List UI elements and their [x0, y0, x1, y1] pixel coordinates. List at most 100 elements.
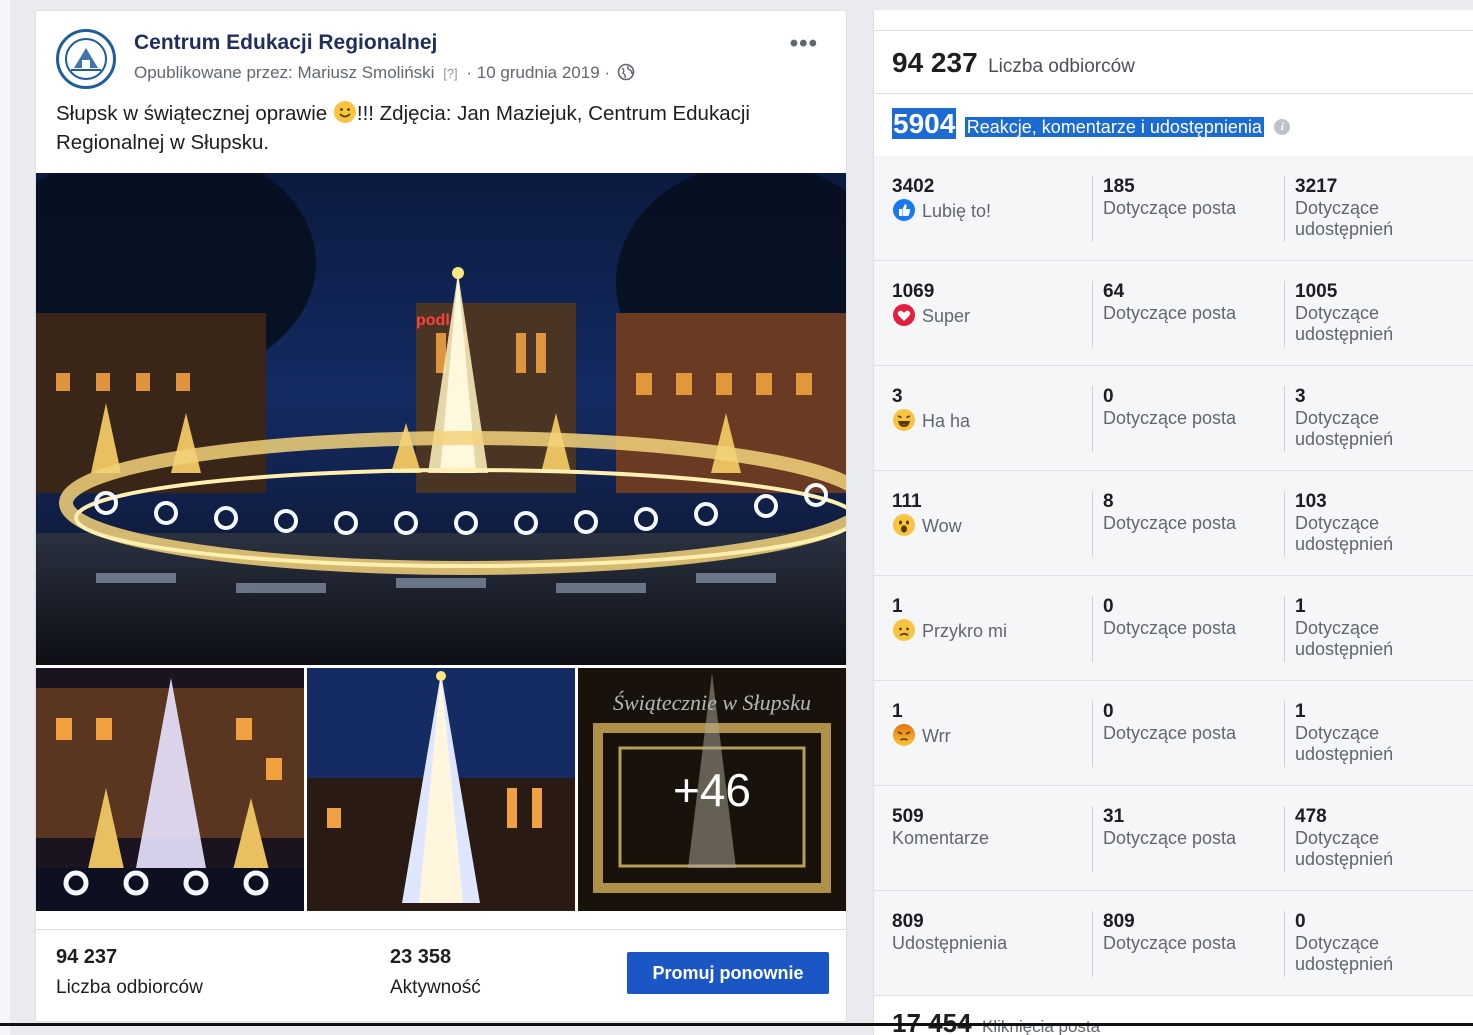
row-on-post-value: 0	[1103, 386, 1114, 407]
row-total-value: 3	[892, 386, 903, 407]
help-marker[interactable]: [?]	[443, 66, 457, 81]
row-type-label: Wow	[922, 516, 962, 536]
row-on-shares-value: 0	[1295, 911, 1306, 932]
row-on-post-label: Dotyczące posta	[1103, 723, 1237, 743]
row-on-shares: 3217 Dotyczące udostępnień	[1284, 176, 1473, 242]
row-on-post-value: 8	[1103, 491, 1114, 512]
row-total: 1 Wrr	[892, 701, 1082, 747]
row-on-shares-label: Dotyczące udostępnień	[1295, 933, 1394, 974]
row-on-post: 8 Dotyczące posta	[1092, 491, 1293, 557]
angry-icon	[892, 724, 922, 746]
more-options-icon[interactable]: •••	[790, 32, 818, 56]
insights-top-bar	[874, 10, 1473, 31]
row-total: 3 Ha ha	[892, 386, 1082, 432]
post-footer: 94 237 Liczba odbiorców 23 358 Aktywność…	[36, 929, 846, 1022]
reaction-row: 809 Udostępnienia 809 Dotyczące posta 0 …	[874, 891, 1473, 996]
row-on-shares-value: 3	[1295, 386, 1306, 407]
row-total: 809 Udostępnienia	[892, 911, 1082, 954]
post-header: Centrum Edukacji Regionalnej Opublikowan…	[54, 25, 828, 89]
thumbnail-1[interactable]	[36, 668, 304, 911]
row-total-value: 809	[892, 911, 924, 932]
row-on-post-value: 0	[1103, 596, 1114, 617]
row-on-shares-label: Dotyczące udostępnień	[1295, 303, 1394, 344]
post-date[interactable]: · 10 grudnia 2019 ·	[466, 63, 610, 82]
row-type: Udostępnienia	[892, 933, 1082, 954]
thumbnail-photo-1	[36, 668, 304, 911]
row-type-label: Ha ha	[922, 411, 971, 431]
post-text-part-1: Słupsk w świątecznej oprawie	[56, 102, 333, 125]
row-on-post: 64 Dotyczące posta	[1092, 281, 1293, 347]
row-type: Wow	[892, 513, 1082, 537]
row-on-post-value: 809	[1103, 911, 1135, 932]
row-type-label: Wrr	[922, 726, 951, 746]
footer-reach-label: Liczba odbiorców	[56, 977, 203, 998]
post-meta: Opublikowane przez: Mariusz Smoliński [?…	[134, 63, 635, 83]
row-type-label: Super	[922, 306, 971, 326]
row-on-post-value: 0	[1103, 701, 1114, 722]
row-on-post-label: Dotyczące posta	[1103, 933, 1237, 953]
row-on-shares-value: 478	[1295, 806, 1327, 827]
wow-icon	[892, 514, 922, 536]
insights-reach-label: Liczba odbiorców	[988, 56, 1135, 77]
row-on-post-label: Dotyczące posta	[1103, 513, 1237, 533]
reaction-row: 3 Ha ha 0 Dotyczące posta 3 Dotyczące ud…	[874, 366, 1473, 471]
row-on-shares: 3 Dotyczące udostępnień	[1284, 386, 1473, 452]
page-avatar[interactable]	[56, 29, 116, 89]
row-on-post-label: Dotyczące posta	[1103, 303, 1237, 323]
insights-reach-value: 94 237	[892, 47, 978, 78]
row-on-shares-label: Dotyczące udostępnień	[1295, 408, 1394, 449]
more-photos-count[interactable]: +46	[578, 668, 846, 911]
author-line[interactable]: Opublikowane przez: Mariusz Smoliński	[134, 63, 434, 82]
row-type-label: Lubię to!	[922, 201, 992, 221]
row-on-shares-value: 1005	[1295, 281, 1338, 302]
row-on-shares: 478 Dotyczące udostępnień	[1284, 806, 1473, 872]
row-on-post-label: Dotyczące posta	[1103, 198, 1237, 218]
row-on-post-value: 64	[1103, 281, 1125, 302]
bottom-divider	[0, 1023, 1473, 1026]
smiley-emoji-icon	[333, 101, 356, 123]
footer-reach-value: 94 237	[56, 946, 118, 968]
row-total: 1 Przykro mi	[892, 596, 1082, 642]
row-on-shares-label: Dotyczące udostępnień	[1295, 198, 1394, 239]
thumbnail-2[interactable]	[307, 668, 575, 911]
row-on-post: 185 Dotyczące posta	[1092, 176, 1293, 242]
globe-icon	[617, 63, 635, 81]
insights-panel: 94 237 Liczba odbiorców 5904 Reakcje, ko…	[873, 10, 1473, 1035]
row-type: Super	[892, 303, 1082, 327]
row-total-value: 1	[892, 596, 903, 617]
engagement-label: Reakcje, komentarze i udostępnienia	[964, 117, 1264, 137]
info-icon[interactable]: i	[1274, 119, 1291, 135]
main-photo[interactable]: podl	[36, 173, 846, 665]
row-on-post: 0 Dotyczące posta	[1092, 386, 1293, 452]
row-on-shares-label: Dotyczące udostępnień	[1295, 828, 1394, 869]
reaction-row: 3402 Lubię to! 185 Dotyczące posta 3217 …	[874, 156, 1473, 261]
row-total: 509 Komentarze	[892, 806, 1082, 849]
sad-icon	[892, 619, 922, 641]
row-on-post-label: Dotyczące posta	[1103, 618, 1237, 638]
footer-activity-label: Aktywność	[390, 977, 481, 998]
row-total-value: 111	[892, 491, 922, 512]
row-on-shares-value: 3217	[1295, 176, 1338, 197]
row-on-shares: 0 Dotyczące udostępnień	[1284, 911, 1473, 977]
page-name-link[interactable]: Centrum Edukacji Regionalnej	[134, 31, 437, 55]
promote-again-button[interactable]: Promuj ponownie	[627, 952, 829, 994]
clicks-value: 17 454	[892, 1008, 972, 1035]
haha-icon	[892, 409, 922, 431]
row-on-post-label: Dotyczące posta	[1103, 408, 1237, 428]
store-sign-text: podl	[416, 312, 450, 329]
row-on-shares-label: Dotyczące udostępnień	[1295, 513, 1394, 554]
christmas-lights-photo: podl	[36, 173, 846, 665]
row-type: Komentarze	[892, 828, 1082, 849]
row-on-shares-value: 103	[1295, 491, 1327, 512]
thumbnail-more[interactable]: Świątecznie w Słupsku +46	[578, 668, 846, 911]
row-on-post-label: Dotyczące posta	[1103, 828, 1237, 848]
row-on-shares-value: 1	[1295, 701, 1306, 722]
reaction-row: 1069 Super 64 Dotyczące posta 1005 Dotyc…	[874, 261, 1473, 366]
love-icon	[892, 304, 922, 326]
footer-activity-value: 23 358	[390, 946, 452, 968]
footer-activity: 23 358 Aktywność	[390, 946, 481, 999]
row-total-value: 1	[892, 701, 903, 722]
row-on-shares-label: Dotyczące udostępnień	[1295, 723, 1394, 764]
post-text: Słupsk w świątecznej oprawie !!! Zdjęcia…	[56, 99, 816, 157]
engagement-value: 5904	[892, 108, 957, 139]
